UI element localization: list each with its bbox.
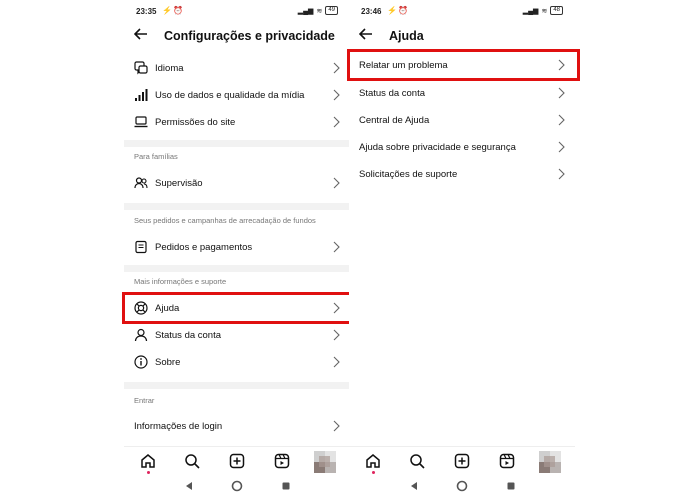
chevron-right-icon xyxy=(558,87,565,99)
help-item-label: Ajuda sobre privacidade e segurança xyxy=(359,142,516,153)
system-recents-icon[interactable] xyxy=(281,481,291,491)
receipt-icon xyxy=(135,240,147,254)
active-indicator-dot xyxy=(146,471,150,474)
page-title: Ajuda xyxy=(389,29,424,43)
help-item-help-center[interactable]: Central de Ajuda xyxy=(349,107,575,133)
help-item-label: Solicitações de suporte xyxy=(359,169,458,180)
wifi-icon: ≋ xyxy=(316,7,323,15)
section-divider xyxy=(124,203,350,210)
home-icon[interactable] xyxy=(140,453,156,469)
chevron-right-icon xyxy=(558,168,565,180)
chevron-right-icon xyxy=(333,89,340,101)
header: Ajuda xyxy=(349,26,575,46)
system-recents-icon[interactable] xyxy=(506,481,516,491)
settings-item-data-usage[interactable]: Uso de dados e qualidade da mídia xyxy=(124,82,350,108)
settings-item-about[interactable]: Sobre xyxy=(124,349,350,375)
battery-icon: 48 xyxy=(550,6,563,15)
status-bar: 23:35 ⚡⏰ ▂▄▆ ≋ 49 xyxy=(124,6,350,18)
settings-item-label: Supervisão xyxy=(155,178,203,189)
highlight-box-report-problem xyxy=(347,49,580,81)
search-icon[interactable] xyxy=(184,453,200,469)
back-arrow-icon[interactable] xyxy=(134,27,148,41)
section-header-support: Mais informações e suporte xyxy=(134,277,227,286)
wifi-icon: ≋ xyxy=(541,7,548,15)
person-icon xyxy=(134,328,148,342)
active-indicator-dot xyxy=(371,471,375,474)
highlight-box-help xyxy=(122,292,355,324)
section-divider xyxy=(124,140,350,147)
bottom-nav xyxy=(349,446,575,474)
search-icon[interactable] xyxy=(409,453,425,469)
chevron-right-icon xyxy=(558,141,565,153)
system-back-icon[interactable] xyxy=(184,481,194,491)
settings-item-label: Informações de login xyxy=(134,421,223,432)
chevron-right-icon xyxy=(333,62,340,74)
status-time: 23:35 xyxy=(136,7,157,16)
status-notification-icons: ⚡⏰ xyxy=(387,6,409,15)
status-notification-icons: ⚡⏰ xyxy=(162,6,184,15)
reels-icon[interactable] xyxy=(499,453,515,469)
bottom-nav xyxy=(124,446,350,474)
settings-screen: 23:35 ⚡⏰ ▂▄▆ ≋ 49 Configurações e privac… xyxy=(124,0,350,500)
section-divider xyxy=(124,265,350,272)
signal-icon: ▂▄▆ xyxy=(297,7,314,15)
create-post-icon[interactable] xyxy=(454,453,470,469)
help-item-label: Central de Ajuda xyxy=(359,115,430,126)
page-title: Configurações e privacidade xyxy=(164,29,335,43)
chevron-right-icon xyxy=(333,177,340,189)
status-right-icons: ▂▄▆ ≋ 48 xyxy=(523,6,563,15)
chevron-right-icon xyxy=(333,356,340,368)
profile-avatar[interactable] xyxy=(539,451,561,473)
settings-item-site-permissions[interactable]: Permissões do site xyxy=(124,109,350,135)
settings-item-label: Permissões do site xyxy=(155,117,236,128)
info-icon xyxy=(134,355,148,369)
signal-bars-icon xyxy=(135,89,148,101)
signal-icon: ▂▄▆ xyxy=(522,7,539,15)
settings-item-supervision[interactable]: Supervisão xyxy=(124,170,350,196)
status-bar: 23:46 ⚡⏰ ▂▄▆ ≋ 48 xyxy=(349,6,575,18)
settings-item-label: Status da conta xyxy=(155,330,222,341)
people-icon xyxy=(134,177,148,189)
section-header-orders: Seus pedidos e campanhas de arrecadação … xyxy=(134,216,316,225)
header: Configurações e privacidade xyxy=(124,26,350,46)
section-header-families: Para famílias xyxy=(134,152,178,161)
section-header-login: Entrar xyxy=(134,396,155,405)
profile-avatar[interactable] xyxy=(314,451,336,473)
language-icon xyxy=(134,61,148,75)
chevron-right-icon xyxy=(333,241,340,253)
chevron-right-icon xyxy=(333,420,340,432)
system-nav-bar xyxy=(349,478,575,494)
help-item-label: Status da conta xyxy=(359,88,426,99)
settings-item-account-status[interactable]: Status da conta xyxy=(124,322,350,348)
help-item-privacy-security[interactable]: Ajuda sobre privacidade e segurança xyxy=(349,134,575,160)
chevron-right-icon xyxy=(333,116,340,128)
home-icon[interactable] xyxy=(365,453,381,469)
system-home-icon[interactable] xyxy=(231,480,243,492)
system-nav-bar xyxy=(124,478,350,494)
section-divider xyxy=(124,382,350,389)
system-home-icon[interactable] xyxy=(456,480,468,492)
status-time: 23:46 xyxy=(361,7,382,16)
settings-item-orders-payments[interactable]: Pedidos e pagamentos xyxy=(124,234,350,260)
reels-icon[interactable] xyxy=(274,453,290,469)
settings-item-label: Uso de dados e qualidade da mídia xyxy=(155,90,305,101)
help-item-support-requests[interactable]: Solicitações de suporte xyxy=(349,161,575,187)
status-right-icons: ▂▄▆ ≋ 49 xyxy=(298,6,338,15)
chevron-right-icon xyxy=(558,114,565,126)
system-back-icon[interactable] xyxy=(409,481,419,491)
chevron-right-icon xyxy=(333,329,340,341)
create-post-icon[interactable] xyxy=(229,453,245,469)
help-item-account-status[interactable]: Status da conta xyxy=(349,80,575,106)
settings-item-label: Sobre xyxy=(155,357,181,368)
settings-item-language[interactable]: Idioma xyxy=(124,55,350,81)
settings-item-login-info[interactable]: Informações de login xyxy=(124,413,350,439)
settings-item-label: Idioma xyxy=(155,63,184,74)
laptop-icon xyxy=(134,116,148,128)
back-arrow-icon[interactable] xyxy=(359,27,373,41)
battery-icon: 49 xyxy=(325,6,338,15)
settings-item-label: Pedidos e pagamentos xyxy=(155,242,253,253)
